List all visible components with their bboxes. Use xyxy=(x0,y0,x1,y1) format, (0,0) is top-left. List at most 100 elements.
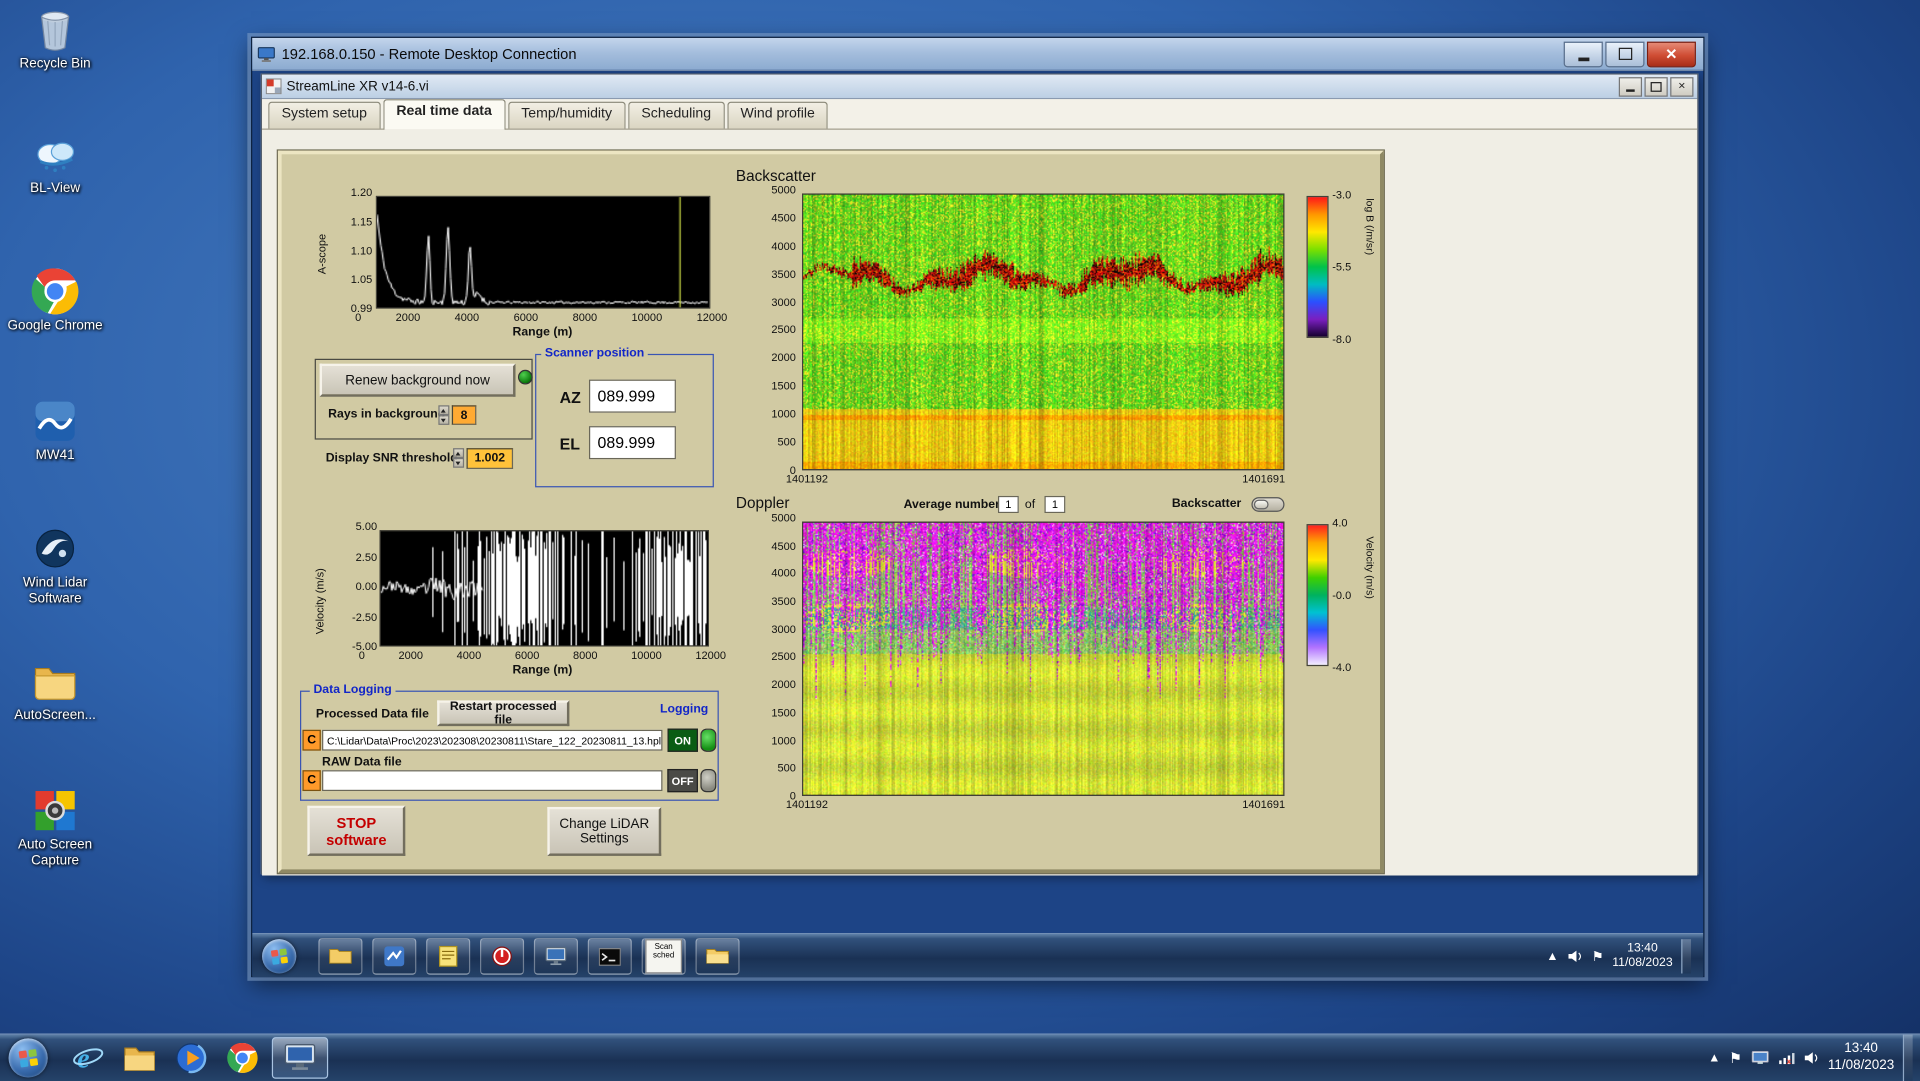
change-lidar-settings-button[interactable]: Change LiDAR Settings xyxy=(547,807,661,856)
tab-wind-profile[interactable]: Wind profile xyxy=(727,102,828,129)
desktop-icon-bl-view[interactable]: BL-View xyxy=(2,130,107,197)
spin-up-icon[interactable] xyxy=(438,405,449,415)
front-panel: Backscatter A-scope 1.201.151.101.050.99… xyxy=(278,151,1384,873)
network-icon[interactable]: x xyxy=(1778,1051,1795,1066)
average-of-field[interactable]: 1 xyxy=(1044,496,1065,513)
windows-flag-icon xyxy=(270,947,288,965)
tick-label: 0 xyxy=(359,649,365,661)
volume-icon[interactable] xyxy=(1803,1051,1819,1066)
remote-task-console[interactable] xyxy=(588,938,632,975)
taskbar-wmp[interactable] xyxy=(169,1038,213,1077)
backscatter-heatmap xyxy=(802,193,1284,470)
remote-task-monitor[interactable] xyxy=(534,938,578,975)
el-value-field[interactable]: 089.999 xyxy=(589,426,676,459)
tab-real-time-data[interactable]: Real time data xyxy=(383,99,505,130)
change-button-line1: Change LiDAR xyxy=(559,817,649,832)
desktop-icon-label: Recycle Bin xyxy=(2,56,107,71)
remote-task-scan-sched[interactable]: Scan sched xyxy=(642,938,686,975)
renew-background-button[interactable]: Renew background now xyxy=(320,364,516,397)
rdp-titlebar[interactable]: 192.168.0.150 - Remote Desktop Connectio… xyxy=(252,38,1703,71)
snr-spinner[interactable] xyxy=(453,448,464,468)
remote-date: 11/08/2023 xyxy=(1612,956,1672,971)
folder-icon xyxy=(705,947,729,967)
change-button-line2: Settings xyxy=(580,831,629,846)
backscatter-overlay-toggle[interactable] xyxy=(1251,497,1284,512)
desktop-icon-google-chrome[interactable]: Google Chrome xyxy=(2,267,107,334)
average-number-field[interactable]: 1 xyxy=(998,496,1019,513)
desktop-icon-autoscreen-folder[interactable]: AutoScreen... xyxy=(2,656,107,723)
rays-value-field[interactable]: 8 xyxy=(452,405,476,425)
app-minimize-button[interactable] xyxy=(1619,77,1642,97)
desktop-icon-mw41[interactable]: MW41 xyxy=(2,397,107,464)
restart-processed-file-button[interactable]: Restart processed file xyxy=(437,700,569,726)
tick-label: 8000 xyxy=(573,311,598,323)
processed-drive-badge: C xyxy=(302,730,320,751)
remote-start-button[interactable] xyxy=(262,939,296,973)
spin-down-icon[interactable] xyxy=(438,415,449,425)
maximize-icon xyxy=(1651,81,1662,91)
remote-task-power[interactable] xyxy=(480,938,524,975)
doppler-x-start: 1401192 xyxy=(768,798,846,810)
taskbar-rdp-active[interactable] xyxy=(272,1037,328,1079)
app-titlebar[interactable]: StreamLine XR v14-6.vi × xyxy=(262,75,1697,99)
doppler-y-ticks: 5000450040003500300025002000150010005000 xyxy=(744,513,795,802)
system-tray: ▲ ⚑ x 13:40 11/08/2023 xyxy=(1708,1035,1912,1081)
rays-spinner[interactable] xyxy=(438,405,449,425)
tab-scheduling[interactable]: Scheduling xyxy=(628,102,725,129)
remote-show-desktop-button[interactable] xyxy=(1681,939,1691,973)
desktop-icon-recycle-bin[interactable]: Recycle Bin xyxy=(2,5,107,72)
close-button[interactable]: ✕ xyxy=(1647,41,1696,67)
chevron-up-icon[interactable]: ▲ xyxy=(1546,950,1558,963)
volume-icon[interactable] xyxy=(1567,949,1583,964)
minimize-icon xyxy=(1578,57,1589,61)
windows-flag-icon xyxy=(18,1048,39,1069)
az-value-field[interactable]: 089.999 xyxy=(589,380,676,413)
raw-path-field[interactable] xyxy=(322,770,662,791)
app-maximize-button[interactable] xyxy=(1644,77,1667,97)
remote-task-notes[interactable] xyxy=(426,938,470,975)
tick-label: 1000 xyxy=(771,735,796,746)
chevron-up-icon[interactable]: ▲ xyxy=(1708,1051,1720,1064)
taskbar-chrome[interactable] xyxy=(220,1038,264,1077)
colorbar-tick: 4.0 xyxy=(1332,517,1374,529)
doppler-colorbar xyxy=(1307,524,1329,666)
notes-icon xyxy=(438,945,458,967)
processed-path-field[interactable]: C:\Lidar\Data\Proc\2023\202308\20230811\… xyxy=(322,730,662,751)
start-button[interactable] xyxy=(9,1038,48,1077)
scan-sched-icon: Scan sched xyxy=(645,939,682,973)
processed-logging-on-button[interactable]: ON xyxy=(667,729,698,752)
minimize-button[interactable] xyxy=(1564,41,1603,67)
rdp-window-title: 192.168.0.150 - Remote Desktop Connectio… xyxy=(282,45,1564,62)
raw-logging-off-button[interactable]: OFF xyxy=(667,769,698,792)
doppler-colorbar-unit: Velocity (m/s) xyxy=(1364,536,1376,658)
tab-temp-humidity[interactable]: Temp/humidity xyxy=(508,102,626,129)
desktop-icon-wind-lidar[interactable]: Wind Lidar Software xyxy=(2,524,107,606)
spin-up-icon[interactable] xyxy=(453,448,464,458)
tab-system-setup[interactable]: System setup xyxy=(268,102,380,129)
tick-label: 6000 xyxy=(515,649,540,661)
flag-icon[interactable]: ⚑ xyxy=(1592,948,1604,964)
tick-label: 3500 xyxy=(771,269,796,280)
host-taskbar: e xyxy=(0,1033,1920,1081)
taskbar-explorer[interactable] xyxy=(118,1038,162,1077)
monitor-icon[interactable] xyxy=(1751,1050,1769,1066)
maximize-button[interactable] xyxy=(1605,41,1644,67)
desktop-icon-auto-screen-capture[interactable]: Auto Screen Capture xyxy=(2,786,107,868)
flag-icon[interactable]: ⚑ xyxy=(1729,1049,1742,1066)
remote-task-explorer[interactable] xyxy=(318,938,362,975)
taskbar-ie[interactable]: e xyxy=(66,1038,110,1077)
spin-down-icon[interactable] xyxy=(453,458,464,468)
remote-clock[interactable]: 13:40 11/08/2023 xyxy=(1612,942,1672,971)
show-desktop-button[interactable] xyxy=(1903,1035,1913,1081)
snr-value-field[interactable]: 1.002 xyxy=(467,448,514,469)
app-close-button[interactable]: × xyxy=(1670,77,1693,97)
tick-label: 4000 xyxy=(457,649,482,661)
backscatter-colorbar xyxy=(1307,196,1329,338)
host-clock[interactable]: 13:40 11/08/2023 xyxy=(1828,1041,1894,1075)
remote-task-app-blue[interactable] xyxy=(372,938,416,975)
remote-tray: ▲ ⚑ 13:40 11/08/2023 xyxy=(1546,939,1691,973)
rdp-window-controls: ✕ xyxy=(1564,41,1696,67)
velocity-y-axis-label: Velocity (m/s) xyxy=(313,528,325,675)
stop-software-button[interactable]: STOP software xyxy=(307,806,405,856)
remote-task-folder[interactable] xyxy=(696,938,740,975)
